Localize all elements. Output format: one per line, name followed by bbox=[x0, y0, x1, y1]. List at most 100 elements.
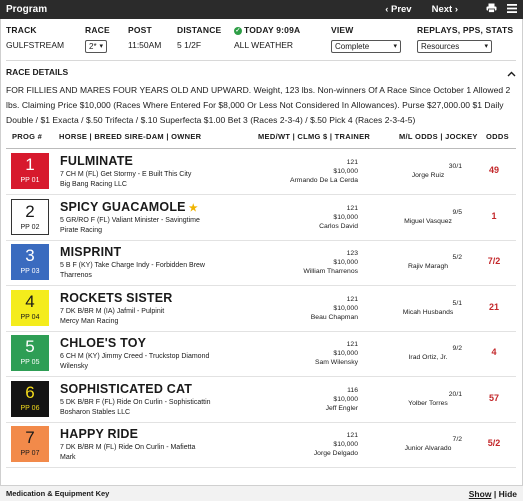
table-row[interactable]: 1 PP 01 FULMINATE 7 CH M (FL) Get Stormy… bbox=[6, 149, 516, 195]
weight: 121 bbox=[346, 159, 358, 166]
col-ml-jockey: M/L ODDS | JOCKEY bbox=[399, 132, 478, 141]
jockey: Miguel Vasquez bbox=[404, 217, 452, 225]
horse-owner: Wilensky bbox=[60, 363, 89, 370]
weight: 123 bbox=[346, 250, 358, 257]
horse-breed: 7 DK B/BR M (FL) Ride On Curlin - Mafiet… bbox=[60, 444, 196, 451]
post-position-label: PP 01 bbox=[20, 177, 40, 184]
distance-value: 5 1/2F bbox=[177, 40, 202, 50]
claiming-price: $10,000 bbox=[333, 304, 358, 312]
table-row[interactable]: 5 PP 05 CHLOE'S TOY 6 CH M (KY) Jimmy Cr… bbox=[6, 331, 516, 377]
live-odds: 1 bbox=[491, 210, 497, 221]
race-info-bar: TRACK GULFSTREAM RACE 2* ▾ POST 11:50AM D… bbox=[6, 25, 516, 59]
program-toolbar: Program ‹ Prev Next › bbox=[0, 0, 523, 19]
divider bbox=[6, 60, 516, 61]
weight: 121 bbox=[346, 295, 358, 303]
live-odds: 5/2 bbox=[487, 438, 501, 448]
weight: 121 bbox=[346, 204, 358, 212]
med-weight-trainer: 121 $10,000 Sam Wilensky bbox=[276, 340, 358, 367]
horse-name[interactable]: ROCKETS SISTER bbox=[60, 291, 173, 305]
post-position-badge: 6 PP 06 bbox=[11, 380, 49, 417]
table-row[interactable]: 4 PP 04 ROCKETS SISTER 7 DK B/BR M (IA) … bbox=[6, 286, 516, 332]
post-position-badge: 3 PP 03 bbox=[11, 244, 49, 280]
col-med: MED/WT | CLMG $ | TRAINER bbox=[258, 132, 371, 141]
race-select[interactable]: 2* ▾ bbox=[85, 40, 107, 53]
horse-name[interactable]: MISPRINT bbox=[60, 245, 121, 259]
col-horse: HORSE | BREED SIRE-DAM | OWNER bbox=[59, 132, 202, 141]
table-row[interactable]: 7 PP 07 HAPPY RIDE 7 DK B/BR M (FL) Ride… bbox=[6, 422, 516, 468]
morning-line-odds: 9/5 bbox=[452, 208, 462, 216]
horse-owner: Mark bbox=[60, 454, 76, 461]
claiming-price: $10,000 bbox=[333, 168, 358, 175]
trainer: Armando De La Cerda bbox=[289, 177, 358, 184]
resources-select[interactable]: Resources ▾ bbox=[417, 40, 492, 53]
trainer: Jeff Engler bbox=[325, 404, 358, 412]
program-title: Program bbox=[6, 4, 48, 15]
jockey: Irad Ortiz, Jr. bbox=[408, 354, 448, 361]
distance-label: DISTANCE bbox=[177, 25, 222, 35]
claiming-price: $10,000 bbox=[333, 259, 358, 266]
morning-line-odds: 9/2 bbox=[452, 345, 462, 352]
hide-link[interactable]: Hide bbox=[499, 489, 517, 499]
today-label: TODAY 9:09A bbox=[244, 25, 301, 35]
view-select[interactable]: Complete ▾ bbox=[331, 40, 401, 53]
print-icon[interactable] bbox=[486, 3, 497, 16]
horse-name[interactable]: FULMINATE bbox=[60, 154, 133, 168]
program-number: 5 bbox=[25, 337, 35, 356]
horse-owner: Mercy Man Racing bbox=[60, 317, 119, 325]
morning-line-odds: 5/2 bbox=[452, 254, 462, 261]
horse-name[interactable]: HAPPY RIDE bbox=[60, 427, 138, 441]
table-row[interactable]: 6 PP 06 SOPHISTICATED CAT 5 DK B/BR F (F… bbox=[6, 377, 516, 423]
horse-breed: 7 CH M (FL) Get Stormy - E Built This Ci… bbox=[60, 171, 192, 178]
race-select-value: 2* bbox=[89, 42, 97, 51]
trainer: Jorge Delgado bbox=[313, 450, 358, 457]
live-odds: 49 bbox=[488, 165, 499, 175]
separator: | bbox=[493, 488, 497, 499]
ml-odds-jockey: 5/1 Micah Husbands bbox=[388, 299, 468, 317]
horse-name[interactable]: SPICY GUACAMOLE bbox=[60, 200, 186, 214]
post-position-label: PP 06 bbox=[20, 404, 40, 412]
chevron-down-icon: ▾ bbox=[393, 43, 397, 50]
med-weight-trainer: 121 $10,000 Jorge Delgado bbox=[276, 431, 358, 458]
medication-key-title: Medication & Equipment Key bbox=[6, 489, 110, 498]
jockey: Junior Alvarado bbox=[404, 445, 452, 452]
horse-name[interactable]: SOPHISTICATED CAT bbox=[60, 382, 192, 396]
post-position-label: PP 03 bbox=[20, 268, 40, 275]
live-odds: 21 bbox=[488, 301, 499, 312]
weight: 116 bbox=[347, 386, 358, 394]
morning-line-odds: 30/1 bbox=[448, 163, 462, 170]
chevron-down-icon: ▾ bbox=[99, 43, 103, 50]
live-odds: 7/2 bbox=[487, 256, 501, 266]
star-icon: ★ bbox=[188, 202, 198, 214]
entries-table-header: PROG # HORSE | BREED SIRE-DAM | OWNER ME… bbox=[6, 132, 516, 144]
table-row[interactable]: 3 PP 03 MISPRINT 5 B F (KY) Take Charge … bbox=[6, 240, 516, 286]
horse-owner: Big Bang Racing LLC bbox=[60, 181, 127, 188]
jockey: Micah Husbands bbox=[402, 308, 454, 316]
table-row[interactable]: 2 PP 02 SPICY GUACAMOLE ★ 5 GR/RO F (FL) … bbox=[6, 195, 516, 241]
hamburger-menu-icon[interactable] bbox=[507, 3, 517, 16]
post-position-label: PP 07 bbox=[20, 450, 40, 457]
program-number: 7 bbox=[25, 428, 35, 447]
next-race-button[interactable]: Next › bbox=[432, 4, 458, 15]
post-value: 11:50AM bbox=[128, 40, 162, 50]
show-link[interactable]: Show bbox=[469, 489, 492, 499]
col-prog: PROG # bbox=[12, 132, 43, 141]
race-navigation: ‹ Prev Next › bbox=[385, 4, 458, 15]
morning-line-odds: 7/2 bbox=[452, 436, 462, 443]
ml-odds-jockey: 9/2 Irad Ortiz, Jr. bbox=[388, 344, 468, 362]
collapse-caret-icon[interactable] bbox=[507, 69, 516, 79]
view-select-value: Complete bbox=[335, 42, 370, 51]
chevron-down-icon: ▾ bbox=[484, 43, 488, 50]
horse-name[interactable]: CHLOE'S TOY bbox=[60, 336, 146, 350]
post-position-label: PP 02 bbox=[20, 223, 40, 231]
horse-owner: Pirate Racing bbox=[60, 226, 103, 234]
med-weight-trainer: 121 $10,000 Carlos David bbox=[276, 204, 358, 231]
med-weight-trainer: 121 $10,000 Armando De La Cerda bbox=[276, 158, 358, 185]
med-weight-trainer: 121 $10,000 Beau Chapman bbox=[276, 295, 358, 322]
prev-race-button[interactable]: ‹ Prev bbox=[385, 4, 411, 15]
post-position-badge: 4 PP 04 bbox=[11, 289, 49, 326]
horse-owner: Tharrenos bbox=[60, 272, 92, 279]
med-weight-trainer: 123 $10,000 William Tharrenos bbox=[276, 249, 358, 276]
ml-odds-jockey: 20/1 Yolber Torres bbox=[388, 390, 468, 408]
col-odds: ODDS bbox=[486, 132, 509, 141]
horse-breed: 5 B F (KY) Take Charge Indy - Forbidden … bbox=[60, 262, 205, 269]
